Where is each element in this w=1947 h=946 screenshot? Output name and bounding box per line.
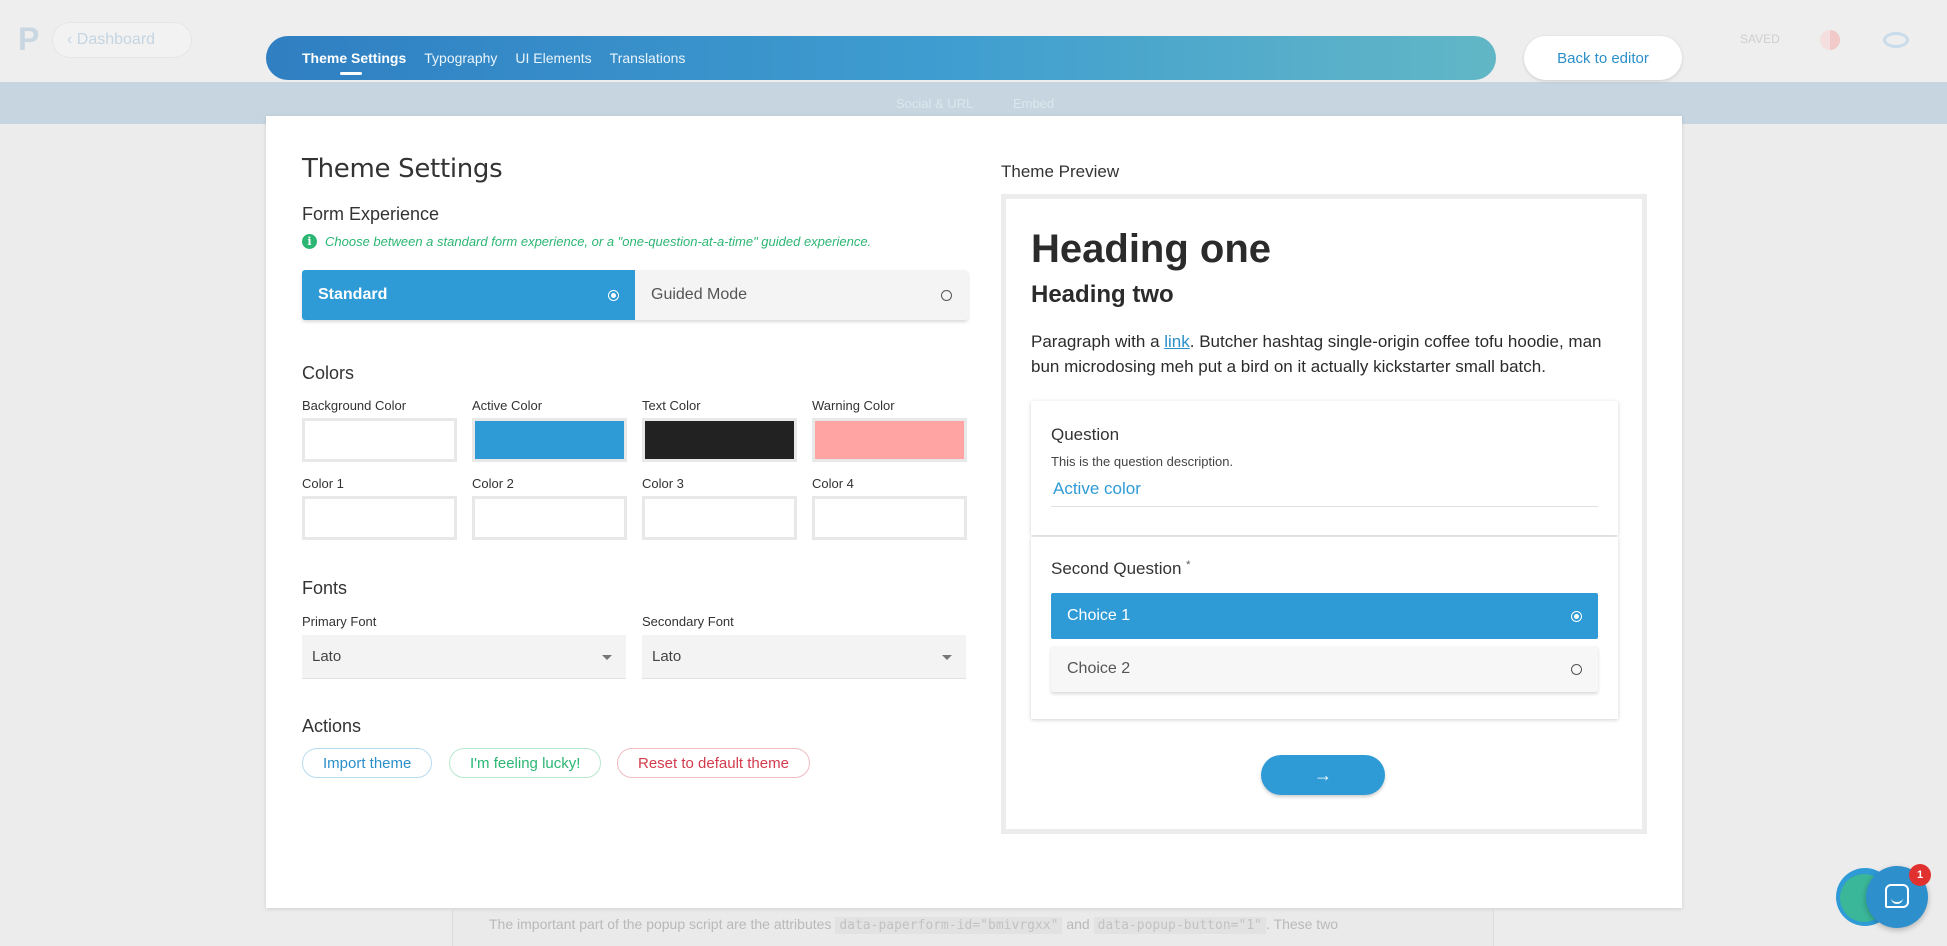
experience-toggle: Standard Guided Mode — [302, 270, 968, 320]
guided-mode-option[interactable]: Guided Mode — [635, 270, 968, 320]
saved-status: SAVED — [1740, 32, 1780, 46]
chat-icon — [1885, 884, 1909, 908]
active-color-swatch[interactable] — [472, 418, 627, 462]
standard-option[interactable]: Standard — [302, 270, 635, 320]
preview-heading-one: Heading one — [1031, 227, 1272, 271]
back-to-editor-button[interactable]: Back to editor — [1524, 36, 1682, 80]
primary-font-select[interactable]: Lato — [302, 635, 626, 679]
guided-mode-label: Guided Mode — [651, 286, 748, 303]
question-card: Question This is the question descriptio… — [1031, 401, 1618, 535]
primary-font-label: Primary Font — [302, 614, 377, 629]
color-4-label: Color 4 — [812, 476, 854, 491]
secondary-font-label: Secondary Font — [642, 614, 734, 629]
actions-title: Actions — [302, 716, 362, 736]
radio-checked-icon — [1571, 610, 1582, 622]
embed-instructions: The important part of the popup script a… — [452, 910, 1494, 946]
choice-2[interactable]: Choice 2 — [1051, 646, 1598, 692]
hint-text: Choose between a standard form experienc… — [325, 234, 872, 249]
standard-label: Standard — [318, 286, 388, 303]
radio-empty-icon — [941, 289, 952, 301]
contrast-icon — [1820, 30, 1840, 50]
choice-1[interactable]: Choice 1 — [1051, 593, 1598, 639]
background-color-swatch[interactable] — [302, 418, 457, 462]
theme-nav: Theme Settings Typography UI Elements Tr… — [266, 36, 1496, 80]
active-color-label: Active Color — [472, 398, 543, 413]
color-1-swatch[interactable] — [302, 496, 457, 540]
preview-paragraph: Paragraph with a link. Butcher hashtag s… — [1031, 329, 1621, 379]
caret-down-icon — [602, 655, 612, 660]
tab-ui-elements[interactable]: UI Elements — [515, 50, 591, 66]
color-4-swatch[interactable] — [812, 496, 967, 540]
paragraph-text-start: Paragraph with a — [1031, 332, 1165, 351]
instructions-text-2: and — [1066, 916, 1090, 932]
preview-title: Theme Preview — [1001, 162, 1120, 181]
instructions-code-1: data-paperform-id="bmivrgxx" — [835, 917, 1063, 934]
color-1-label: Color 1 — [302, 476, 344, 491]
form-experience-title: Form Experience — [302, 204, 440, 224]
info-icon: i — [302, 234, 317, 249]
choice-1-label: Choice 1 — [1067, 607, 1131, 624]
page-title: Theme Settings — [302, 154, 503, 184]
color-3-swatch[interactable] — [642, 496, 797, 540]
color-2-swatch[interactable] — [472, 496, 627, 540]
second-question-title: Second Question * — [1051, 559, 1190, 579]
subtab-social: Social & URL — [896, 96, 974, 111]
prev-button[interactable]: ← — [1297, 755, 1947, 776]
tab-translations[interactable]: Translations — [610, 50, 686, 66]
dashboard-label: Dashboard — [76, 31, 156, 48]
secondary-font-value: Lato — [652, 648, 682, 665]
pagination-arrows: ← → — [1261, 755, 1639, 795]
instructions-text-1: The important part of the popup script a… — [489, 916, 832, 932]
second-question-label: Second Question — [1051, 559, 1182, 578]
form-experience-hint: i Choose between a standard form experie… — [302, 234, 871, 249]
preview-canvas: Heading one Heading two Paragraph with a… — [1006, 199, 1642, 829]
question-input[interactable]: Active color — [1051, 479, 1598, 507]
preview-heading-two: Heading two — [1031, 281, 1174, 308]
colors-title: Colors — [302, 363, 355, 383]
arrow-left-icon: ← — [1620, 755, 1639, 775]
primary-font-value: Lato — [312, 648, 342, 665]
fonts-title: Fonts — [302, 578, 348, 598]
editor-subtabs: Social & URL Embed — [896, 96, 1090, 111]
color-3-label: Color 3 — [642, 476, 684, 491]
second-question-card: Second Question * Choice 1 Choice 2 — [1031, 537, 1618, 719]
question-description: This is the question description. — [1051, 454, 1234, 469]
theme-panel: Theme Settings Form Experience i Choose … — [266, 116, 1682, 908]
logo-icon: P — [18, 21, 40, 57]
caret-down-icon — [942, 655, 952, 660]
color-2-label: Color 2 — [472, 476, 514, 491]
reset-theme-button[interactable]: Reset to default theme — [617, 748, 810, 778]
warning-color-swatch[interactable] — [812, 418, 967, 462]
text-color-swatch[interactable] — [642, 418, 797, 462]
import-theme-button[interactable]: Import theme — [302, 748, 433, 778]
dashboard-link: ‹ Dashboard — [52, 22, 192, 58]
warning-color-label: Warning Color — [812, 398, 895, 413]
radio-empty-icon — [1571, 663, 1582, 675]
tab-theme-settings[interactable]: Theme Settings — [302, 50, 406, 75]
question-title: Question — [1051, 425, 1120, 444]
instructions-code-2: data-popup-button="1" — [1093, 917, 1266, 934]
notification-badge: 1 — [1909, 864, 1931, 886]
choice-2-label: Choice 2 — [1067, 660, 1131, 677]
text-color-label: Text Color — [642, 398, 701, 413]
required-mark: * — [1186, 559, 1191, 571]
feeling-lucky-button[interactable]: I'm feeling lucky! — [449, 748, 602, 778]
eye-icon — [1883, 32, 1909, 48]
tab-typography[interactable]: Typography — [424, 50, 497, 66]
instructions-text-3: . These two — [1265, 916, 1339, 932]
secondary-font-select[interactable]: Lato — [642, 635, 966, 679]
theme-preview: Heading one Heading two Paragraph with a… — [1001, 194, 1647, 834]
radio-checked-icon — [608, 289, 619, 301]
subtab-embed: Embed — [1012, 96, 1055, 111]
preview-link[interactable]: link — [1164, 332, 1190, 351]
background-color-label: Background Color — [302, 398, 407, 413]
